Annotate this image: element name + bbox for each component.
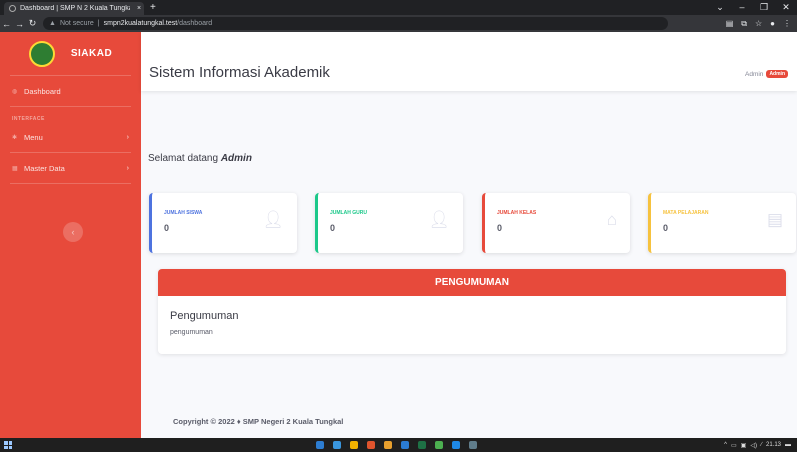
vscode-icon[interactable]: [316, 441, 324, 449]
welcome-text: Selamat datang: [148, 153, 221, 164]
notification-icon[interactable]: ▬: [785, 442, 791, 448]
stat-value: 0: [330, 223, 336, 233]
user-dropdown[interactable]: Admin Admin: [745, 70, 788, 78]
welcome-name: Admin: [220, 153, 252, 164]
word-icon[interactable]: [401, 441, 409, 449]
address-bar[interactable]: ▲ Not secure | smpn2kualatungkal.test /d…: [43, 17, 668, 30]
sidebar-item-master-data[interactable]: ▦ Master Data ›: [0, 153, 141, 183]
brand-name: SIAKAD: [70, 48, 113, 59]
os-taskbar: ^ ▭ ▣ ◁) ∕ 21.13 ▬: [0, 438, 797, 452]
address-separator: |: [97, 20, 100, 27]
windows-start-icon[interactable]: [4, 441, 12, 449]
translate-icon[interactable]: ▤: [726, 19, 734, 29]
excel-icon[interactable]: [418, 441, 426, 449]
window-controls: ⌄ – ❐ ✕: [709, 0, 797, 15]
firefox-icon[interactable]: [384, 441, 392, 449]
network-icon[interactable]: ▣: [741, 442, 747, 449]
sidebar: SIAKAD ◍ Dashboard INTERFACE ✱ Menu › ▦ …: [0, 32, 141, 438]
stat-value: 0: [497, 223, 503, 233]
profile-icon[interactable]: ●: [770, 19, 775, 29]
reload-icon[interactable]: ↻: [26, 18, 39, 29]
dashboard-icon: ◍: [12, 88, 18, 95]
browser-toolbar: ← → ↻ ▲ Not secure | smpn2kualatungkal.t…: [0, 15, 797, 32]
browser-tab[interactable]: Dashboard | SMP N 2 Kuala Tungkal ×: [4, 2, 144, 15]
clock-time[interactable]: 21.13: [766, 442, 781, 448]
tab-close-icon[interactable]: ×: [134, 5, 144, 12]
edge-icon[interactable]: [333, 441, 341, 449]
pen-icon[interactable]: ∕: [761, 442, 762, 448]
browser-tab-strip: Dashboard | SMP N 2 Kuala Tungkal × + ⌄ …: [0, 0, 797, 15]
stat-label: JUMLAH KELAS: [497, 210, 537, 216]
announcement-title: Pengumuman: [170, 310, 239, 322]
stat-value: 0: [663, 223, 669, 233]
back-icon[interactable]: ←: [0, 19, 13, 29]
chrome-icon[interactable]: [435, 441, 443, 449]
not-secure-icon: ▲: [49, 20, 56, 27]
sidebar-toggle-button[interactable]: ‹: [63, 222, 83, 242]
file-explorer-icon[interactable]: [350, 441, 358, 449]
user-name: Admin: [745, 70, 764, 78]
url-host: smpn2kualatungkal.test: [103, 20, 178, 27]
minimize-icon[interactable]: –: [731, 0, 753, 15]
system-tray: ^ ▭ ▣ ◁) ∕ 21.13 ▬: [724, 438, 791, 452]
gear-icon: ✱: [12, 134, 18, 141]
site-favicon-icon: [9, 5, 16, 12]
user-role-badge: Admin: [766, 70, 788, 78]
share-icon[interactable]: ⧉: [741, 19, 747, 29]
tab-title: Dashboard | SMP N 2 Kuala Tungkal: [20, 5, 130, 12]
footer-copyright: Copyright © 2022 ♦ SMP Negeri 2 Kuala Tu…: [173, 417, 344, 426]
app-icon[interactable]: [367, 441, 375, 449]
sidebar-item-label: Dashboard: [24, 86, 61, 96]
user-icon: 👤︎: [262, 210, 284, 229]
security-label: Not secure: [59, 20, 94, 27]
stat-card-siswa: JUMLAH SISWA 0 👤︎: [149, 193, 297, 253]
browser-menu-icon[interactable]: ⋮: [783, 19, 791, 29]
app-icon[interactable]: [452, 441, 460, 449]
book-icon: ▤: [766, 210, 783, 229]
table-icon: ▦: [12, 165, 18, 172]
maximize-icon[interactable]: ❐: [753, 0, 775, 15]
app-icon[interactable]: [469, 441, 477, 449]
tab-search-icon[interactable]: ⌄: [709, 0, 731, 15]
user-icon: 👤︎: [428, 210, 450, 229]
stat-label: JUMLAH GURU: [330, 210, 367, 216]
web-page: SIAKAD ◍ Dashboard INTERFACE ✱ Menu › ▦ …: [0, 32, 797, 438]
stat-label: JUMLAH SISWA: [164, 210, 203, 216]
tray-chevron-icon[interactable]: ^: [724, 442, 727, 448]
close-window-icon[interactable]: ✕: [775, 0, 797, 15]
home-icon: ⌂: [606, 210, 617, 229]
sidebar-divider: [10, 183, 131, 184]
sidebar-item-menu[interactable]: ✱ Menu ›: [0, 122, 141, 152]
topbar: Sistem Informasi Akademik Admin Admin: [141, 32, 797, 91]
new-tab-button[interactable]: +: [150, 2, 156, 13]
announcement-card: PENGUMUMAN Pengumuman pengumuman: [158, 269, 786, 354]
stat-card-kelas: JUMLAH KELAS 0 ⌂: [482, 193, 630, 253]
chevron-right-icon: ›: [126, 133, 129, 141]
school-logo: [28, 40, 55, 67]
browser-actions: ▤ ⧉ ☆ ● ⋮: [726, 19, 797, 29]
sidebar-heading: INTERFACE: [12, 116, 45, 122]
sidebar-brand[interactable]: SIAKAD: [0, 32, 141, 75]
taskbar-apps: [316, 441, 477, 449]
stat-label: MATA PELAJARAN: [663, 210, 709, 216]
bookmark-star-icon[interactable]: ☆: [755, 19, 762, 29]
sidebar-item-label: Menu: [24, 132, 43, 142]
url-path: /dashboard: [177, 20, 213, 27]
battery-icon[interactable]: ▭: [731, 442, 737, 449]
sidebar-item-label: Master Data: [24, 163, 65, 173]
welcome-message: Selamat datang Admin: [148, 153, 252, 164]
forward-icon[interactable]: →: [13, 19, 26, 29]
stat-card-mata-pelajaran: MATA PELAJARAN 0 ▤: [648, 193, 796, 253]
stat-card-guru: JUMLAH GURU 0 👤︎: [315, 193, 463, 253]
announcement-header: PENGUMUMAN: [158, 269, 786, 296]
announcement-body: pengumuman: [170, 329, 213, 336]
stat-value: 0: [164, 223, 170, 233]
page-title: Sistem Informasi Akademik: [149, 64, 330, 81]
sidebar-item-dashboard[interactable]: ◍ Dashboard: [0, 76, 141, 106]
chevron-right-icon: ›: [126, 164, 129, 172]
volume-icon[interactable]: ◁): [750, 442, 757, 449]
